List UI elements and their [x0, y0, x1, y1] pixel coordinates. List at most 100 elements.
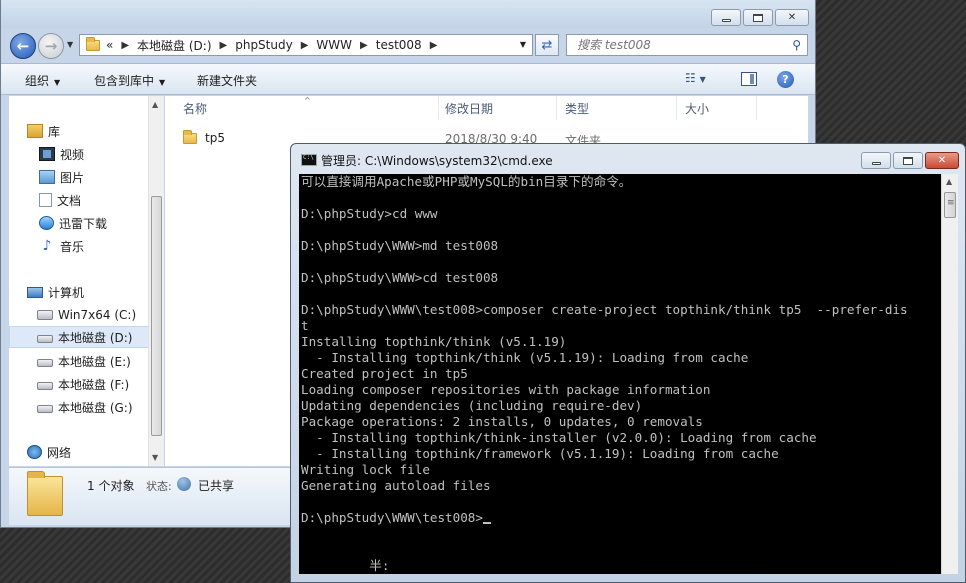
navigation-scrollbar[interactable]: ▲ ▼ [148, 96, 164, 466]
breadcrumb-test008[interactable]: test008 [376, 38, 422, 52]
nav-label: 本地磁盘 (G:) [58, 400, 133, 415]
folder-icon [27, 471, 63, 516]
console-line: t [299, 318, 941, 334]
chevron-right-icon[interactable]: ▶ [360, 40, 368, 51]
chevron-right-icon[interactable]: ▶ [220, 40, 228, 51]
nav-item-drive-d[interactable]: 本地磁盘 (D:) [9, 326, 156, 348]
nav-label: 本地磁盘 (F:) [58, 377, 130, 392]
download-icon [39, 216, 54, 230]
address-bar[interactable]: « ▶ 本地磁盘 (D:) ▶ phpStudy ▶ WWW ▶ test008… [79, 34, 533, 56]
console-line-text: 可以直接调用Apache或PHP或MySQL的bin目录下的命令。 [301, 174, 632, 189]
minimize-icon [871, 161, 881, 165]
change-view-button[interactable]: ☷ ▼ [685, 71, 706, 85]
close-icon: ✕ [937, 154, 947, 166]
close-button[interactable]: ✕ [775, 9, 809, 26]
refresh-button[interactable]: ⇄ [535, 34, 559, 56]
column-header-name[interactable]: 名称 [175, 96, 439, 120]
explorer-titlebar[interactable]: ✕ [1, 0, 815, 28]
console-line: Writing lock file [299, 462, 941, 478]
console-line: Generating autoload files [299, 478, 941, 494]
console-line: D:\phpStudy\WWW\test008> [299, 510, 941, 526]
caret-down-icon: ▼ [159, 78, 166, 87]
minimize-button[interactable] [861, 152, 891, 169]
forward-button[interactable]: → [38, 33, 64, 59]
console-line-text: D:\phpStudy>cd www [301, 206, 438, 221]
console-line-text: D:\phpStudy\WWW>md test008 [301, 238, 499, 253]
breadcrumb-phpstudy[interactable]: phpStudy [235, 38, 293, 52]
nav-label: 文档 [57, 193, 82, 208]
chevron-right-icon[interactable]: ▶ [301, 40, 309, 51]
recent-pages-dropdown[interactable]: ▼ [67, 40, 73, 49]
scroll-up-icon[interactable]: ▲ [152, 100, 158, 109]
file-name: tp5 [205, 131, 225, 145]
column-label: 大小 [685, 101, 710, 116]
console-line: Installing topthink/think (v5.1.19) [299, 334, 941, 350]
close-button[interactable]: ✕ [925, 152, 959, 169]
breadcrumb-overflow[interactable]: « [106, 38, 113, 52]
console-line-text: Updating dependencies (including require… [301, 398, 643, 413]
chevron-right-icon[interactable]: ▶ [430, 40, 438, 51]
console-line: - Installing topthink/think-installer (v… [299, 430, 941, 446]
command-bar: 组织 ▼ 包含到库中 ▼ 新建文件夹 ☷ ▼ ? [1, 63, 815, 95]
console-icon[interactable] [301, 154, 317, 166]
console-line: 可以直接调用Apache或PHP或MySQL的bin目录下的命令。 [299, 174, 941, 190]
breadcrumb-drive-d[interactable]: 本地磁盘 (D:) [137, 37, 211, 54]
library-icon [27, 124, 43, 138]
chevron-right-icon[interactable]: ▶ [121, 40, 129, 51]
cmd-titlebar[interactable]: 管理员: C:\Windows\system32\cmd.exe ✕ [291, 144, 965, 174]
nav-label: 本地磁盘 (D:) [58, 330, 133, 345]
scroll-up-icon[interactable]: ▲ [946, 177, 952, 186]
console-line: - Installing topthink/think (v5.1.19): L… [299, 350, 941, 366]
nav-label: Win7x64 (C:) [58, 308, 137, 322]
drive-icon [37, 334, 53, 343]
console-line-text: 半: [301, 558, 390, 573]
music-note-icon: ♪ [42, 238, 52, 254]
console-line-text: t [301, 318, 309, 333]
state-label: 状态: [146, 480, 172, 493]
column-header-modified[interactable]: 修改日期 [437, 96, 557, 120]
console-line-text: - Installing topthink/think-installer (v… [301, 430, 817, 445]
preview-pane-button[interactable] [741, 72, 757, 86]
explorer-caption-buttons: ✕ [709, 9, 809, 26]
console-line: Updating dependencies (including require… [299, 398, 941, 414]
scroll-down-icon[interactable]: ▼ [152, 453, 158, 462]
address-history-dropdown[interactable]: ▼ [520, 40, 526, 49]
breadcrumb-www[interactable]: WWW [316, 38, 352, 52]
column-header-type[interactable]: 类型 [557, 96, 677, 120]
help-button[interactable]: ? [777, 71, 794, 88]
console-line: - Installing topthink/framework (v5.1.19… [299, 446, 941, 462]
console-line-text: D:\phpStudy\WWW>cd test008 [301, 270, 499, 285]
console-output[interactable]: 可以直接调用Apache或PHP或MySQL的bin目录下的命令。 D:\phpS… [299, 174, 941, 574]
organize-menu[interactable]: 组织 ▼ [25, 72, 60, 89]
view-list-icon: ☷ [685, 71, 696, 85]
maximize-button[interactable] [743, 9, 773, 26]
scrollbar-thumb[interactable] [944, 192, 956, 218]
console-line-text: Loading composer repositories with packa… [301, 382, 711, 397]
nav-label: 网络 [47, 445, 72, 460]
cmd-caption-buttons: ✕ [859, 152, 959, 169]
nav-label: 音乐 [60, 239, 85, 254]
column-label: 修改日期 [445, 101, 494, 116]
maximize-button[interactable] [893, 152, 923, 169]
console-line: D:\phpStudy\WWW>md test008 [299, 238, 941, 254]
video-icon [39, 147, 55, 161]
scrollbar-thumb[interactable] [151, 196, 162, 436]
search-input[interactable] [577, 38, 777, 52]
organize-label: 组织 [25, 74, 50, 88]
new-folder-button[interactable]: 新建文件夹 [197, 72, 257, 89]
search-icon[interactable]: ⚲ [792, 38, 801, 52]
back-button[interactable]: ← [10, 33, 36, 59]
column-header-size[interactable]: 大小 [677, 96, 757, 120]
new-folder-label: 新建文件夹 [197, 74, 258, 88]
file-row-tp5[interactable]: tp5 [183, 129, 225, 145]
minimize-button[interactable] [711, 9, 741, 26]
include-in-library-menu[interactable]: 包含到库中 ▼ [94, 72, 165, 89]
cmd-window-title: 管理员: C:\Windows\system32\cmd.exe [321, 154, 553, 168]
console-scrollbar[interactable]: ▲ [941, 174, 958, 574]
console-line-text: Writing lock file [301, 462, 430, 477]
console-line-text: D:\phpStudy\WWW\test008> [301, 510, 483, 525]
